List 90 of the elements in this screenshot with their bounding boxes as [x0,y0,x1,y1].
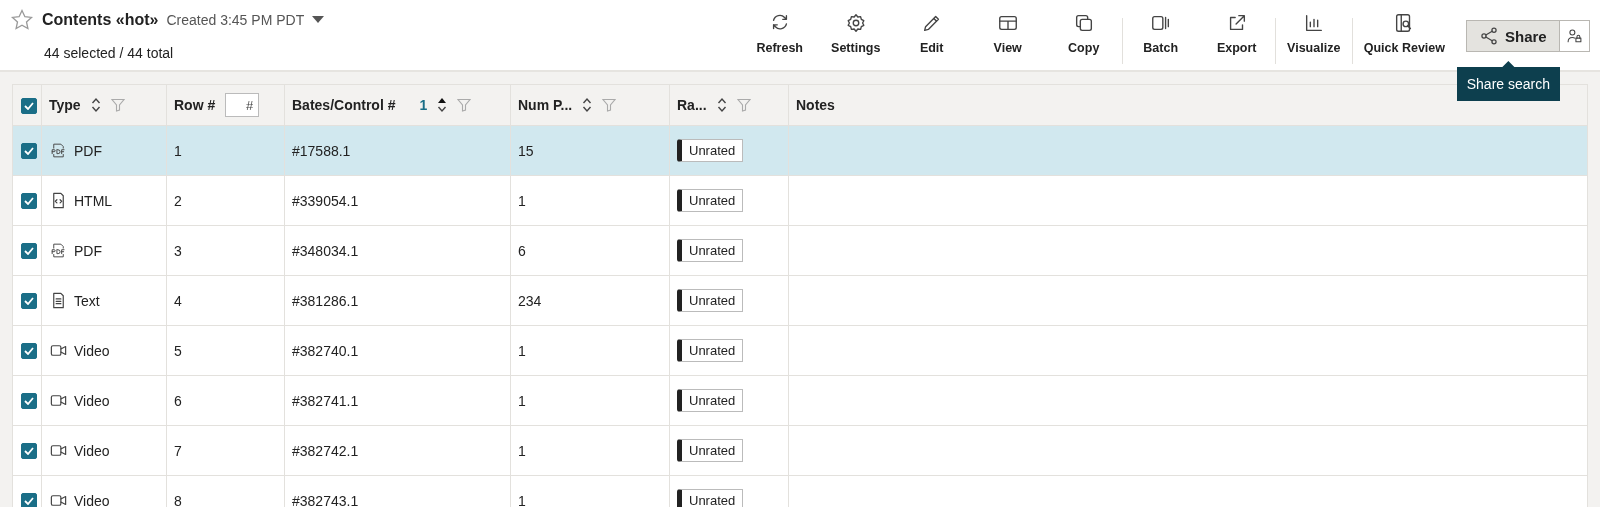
check-icon [24,247,34,256]
checkbox[interactable] [21,193,37,210]
checkbox[interactable] [21,97,37,114]
check-icon [24,147,34,156]
table-cell: 8 [174,492,182,507]
sort-order: 1 [419,97,428,113]
check-icon [24,297,34,306]
table-cell: 1 [518,342,526,359]
table-cell: 1 [518,392,526,409]
row-number-field[interactable]: # [225,93,260,117]
table-cell: Video [74,492,110,507]
column-header: Row # [174,97,216,113]
star-icon[interactable] [10,8,34,32]
table-cell: HTML [74,192,113,209]
toolbar-button[interactable]: Refresh [741,10,818,64]
table-cell: 15 [518,142,534,159]
rating-tag[interactable]: Unrated [677,189,744,212]
table-cell: PDF [74,242,102,259]
toolbar-button[interactable]: Edit [893,10,970,64]
checkbox[interactable] [21,243,37,260]
table-cell: #339054.1 [292,192,359,209]
sort-icon[interactable] [582,97,593,113]
table-cell: #382740.1 [292,342,359,359]
check-icon [24,101,34,110]
check-icon [24,347,34,356]
checkbox[interactable] [21,343,37,360]
search-title: Contents «hot» [42,11,159,29]
pdf-file-icon [49,241,68,260]
rating-tag[interactable]: Unrated [677,139,744,162]
check-icon [24,197,34,206]
table-cell: 6 [174,392,182,409]
rating-tag[interactable]: Unrated [677,489,744,507]
table-cell: 7 [174,442,182,459]
column-header: Bates/Control # [292,97,396,113]
table-cell: Text [74,292,100,309]
created-time: Created 3:45 PM PDT [166,12,305,28]
share-button[interactable]: Share [1466,20,1560,52]
toolbar-button[interactable]: Visualize [1275,10,1352,64]
table-cell: #17588.1 [292,142,351,159]
rating-tag[interactable]: Unrated [677,289,744,312]
table-cell: #382741.1 [292,392,359,409]
table-cell: 4 [174,292,182,309]
table-cell: PDF [74,142,102,159]
table-cell: Video [74,442,110,459]
sort-icon[interactable] [437,97,448,113]
rating-tag[interactable]: Unrated [677,439,744,462]
table-cell: #348034.1 [292,242,359,259]
check-icon [24,397,34,406]
table-cell: 1 [518,192,526,209]
toolbar-button[interactable]: Copy [1045,10,1122,64]
table-cell: #382742.1 [292,442,359,459]
table-cell: 6 [518,242,526,259]
checkbox[interactable] [21,493,37,507]
table-cell: 1 [518,492,526,507]
share-icon [1479,26,1499,46]
checkbox[interactable] [21,443,37,460]
column-header: Notes [796,97,835,113]
table-cell: 1 [174,142,182,159]
selection-count: 44 selected / 44 total [44,45,174,61]
table-cell: 3 [174,242,182,259]
user-permissions-button[interactable] [1560,20,1590,52]
column-header: Type [49,97,81,113]
sort-icon[interactable] [90,97,101,113]
rating-tag[interactable]: Unrated [677,339,744,362]
rating-tag[interactable]: Unrated [677,389,744,412]
table-cell: 5 [174,342,182,359]
table-cell: Video [74,342,110,359]
sort-icon[interactable] [716,97,727,113]
tooltip: Share search [1456,61,1560,101]
toolbar-button[interactable]: Settings [817,10,894,64]
table-cell: #381286.1 [292,292,359,309]
toolbar-button[interactable]: View [969,10,1046,64]
toolbar-button[interactable]: Quick Review [1352,10,1456,64]
table-cell: 2 [174,192,182,209]
checkbox[interactable] [21,293,37,310]
checkbox[interactable] [21,143,37,160]
caret-icon[interactable] [312,16,325,24]
check-icon [24,497,34,506]
rating-tag[interactable]: Unrated [677,239,744,262]
column-header: Ra... [677,97,707,113]
pdf-file-icon [49,141,68,160]
checkbox[interactable] [21,393,37,410]
table-cell: 1 [518,442,526,459]
table-cell: #382743.1 [292,492,359,507]
toolbar-button[interactable]: Export [1198,10,1275,64]
column-header: Num P... [518,97,573,113]
table-cell: 234 [518,292,542,309]
table-cell: Video [74,392,110,409]
toolbar-button[interactable]: Batch [1122,10,1199,64]
check-icon [24,447,34,456]
